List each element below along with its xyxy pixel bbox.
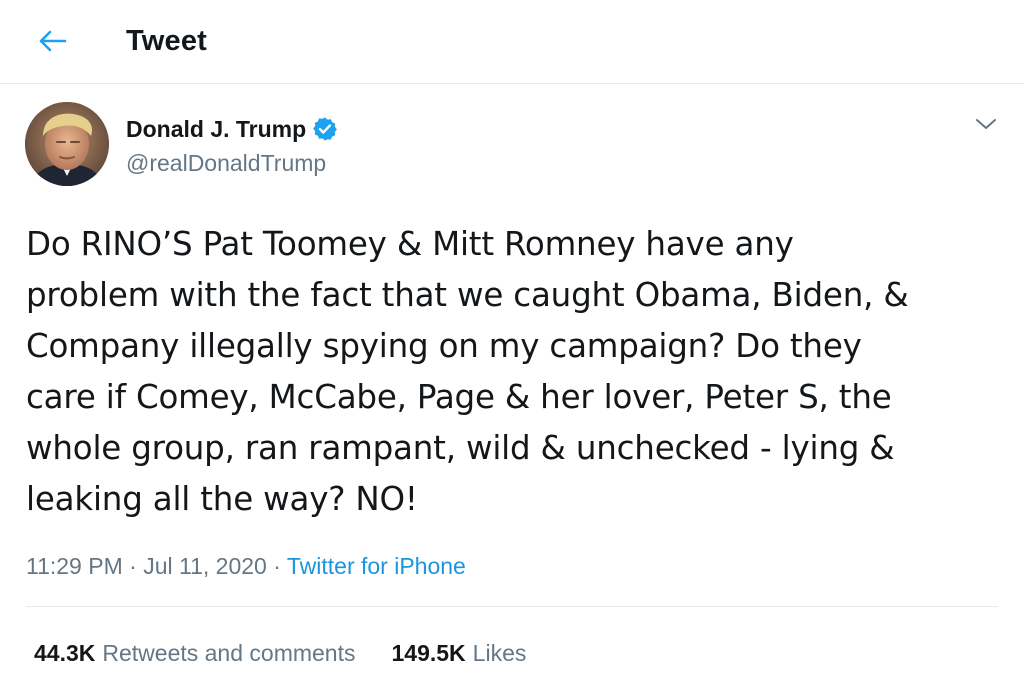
retweets-stat[interactable]: 44.3K Retweets and comments bbox=[34, 637, 356, 669]
tweet-menu-button[interactable] bbox=[968, 108, 1004, 140]
top-bar: Tweet bbox=[0, 0, 1024, 84]
tweet-metadata: 11:29 PM · Jul 11, 2020 · Twitter for iP… bbox=[26, 550, 466, 582]
tweet-source-link[interactable]: Twitter for iPhone bbox=[287, 553, 466, 579]
tweet-text-line: Company illegally spying on my campaign?… bbox=[26, 327, 862, 365]
tweet-text-line: care if Comey, McCabe, Page & her lover,… bbox=[26, 378, 892, 416]
tweet-text-line: leaking all the way? NO! bbox=[26, 480, 418, 518]
engagement-stats: 44.3K Retweets and comments 149.5K Likes bbox=[34, 637, 526, 669]
arrow-left-icon bbox=[39, 30, 67, 52]
likes-label: Likes bbox=[472, 640, 527, 666]
divider bbox=[26, 606, 998, 607]
verified-badge-icon bbox=[312, 116, 338, 142]
author-handle[interactable]: @realDonaldTrump bbox=[126, 147, 326, 179]
avatar[interactable] bbox=[25, 102, 109, 186]
tweet-date[interactable]: Jul 11, 2020 bbox=[143, 553, 267, 579]
tweet-time[interactable]: 11:29 PM bbox=[26, 553, 123, 579]
author-name[interactable]: Donald J. Trump bbox=[126, 113, 306, 145]
author-name-row[interactable]: Donald J. Trump bbox=[126, 113, 338, 145]
retweets-label: Retweets and comments bbox=[102, 640, 356, 666]
likes-stat[interactable]: 149.5K Likes bbox=[392, 637, 527, 669]
profile-photo bbox=[25, 102, 109, 186]
back-button[interactable] bbox=[30, 22, 74, 60]
retweets-count: 44.3K bbox=[34, 640, 96, 666]
meta-separator: · bbox=[273, 553, 281, 579]
tweet-text-line: whole group, ran rampant, wild & uncheck… bbox=[26, 429, 895, 467]
page-title: Tweet bbox=[126, 25, 208, 57]
meta-separator: · bbox=[129, 553, 137, 579]
tweet-text-line: problem with the fact that we caught Oba… bbox=[26, 276, 909, 314]
tweet-text-line: Do RINO’S Pat Toomey & Mitt Romney have … bbox=[26, 225, 794, 263]
chevron-down-icon bbox=[976, 119, 996, 129]
likes-count: 149.5K bbox=[391, 640, 466, 666]
tweet-text: Do RINO’S Pat Toomey & Mitt Romney have … bbox=[26, 219, 1006, 525]
